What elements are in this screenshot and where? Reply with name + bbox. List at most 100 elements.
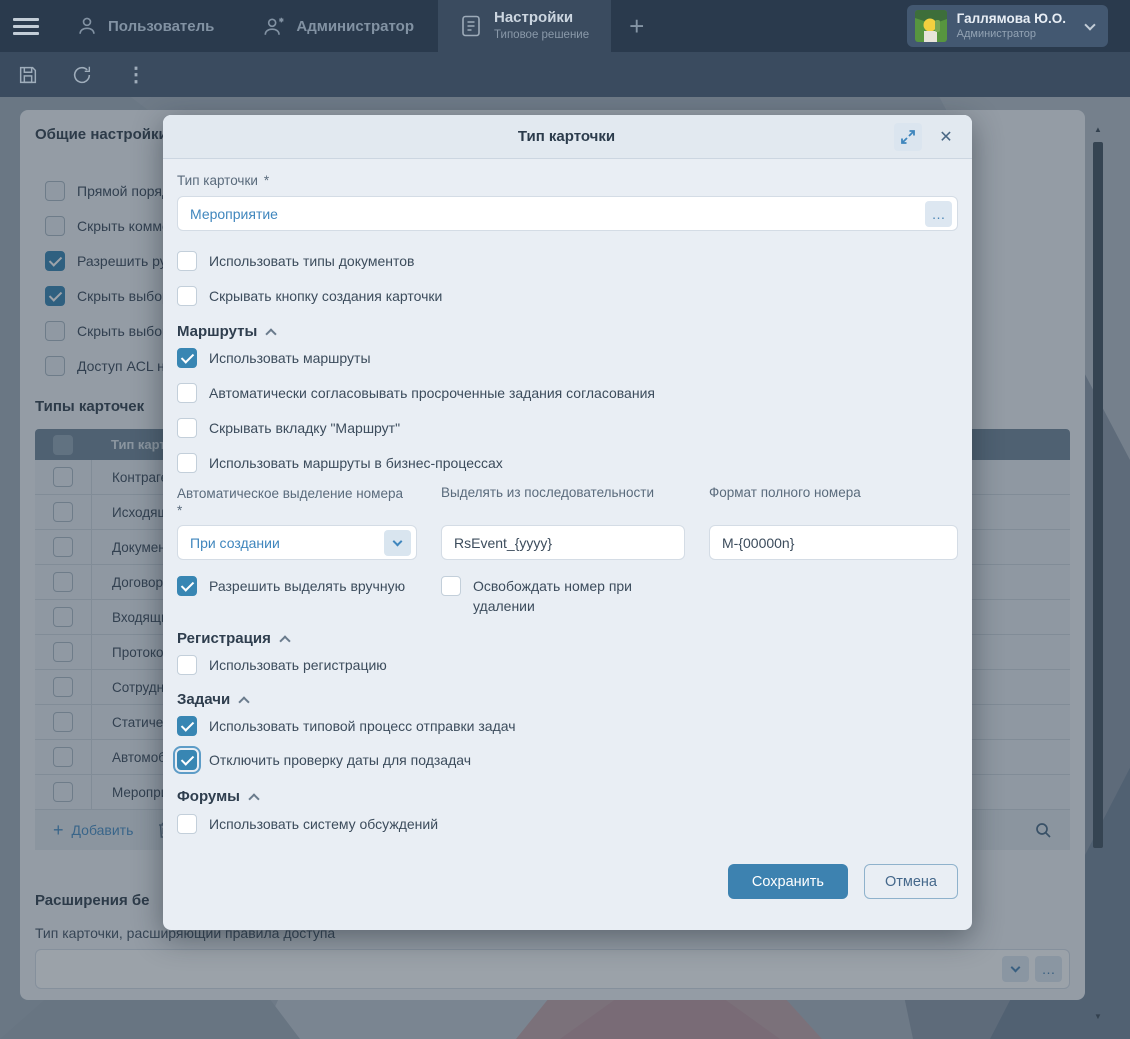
checkbox-label: Разрешить выделять вручную <box>209 576 405 596</box>
user-name: Галлямова Ю.О. <box>957 11 1066 28</box>
chevron-up-icon <box>248 793 259 804</box>
card-toolbar: ⋮ <box>0 52 1130 97</box>
checkbox-row: Использовать типовой процесс отправки за… <box>177 716 958 736</box>
checkbox-label: Использовать систему обсуждений <box>209 814 438 834</box>
number-checkboxes: Разрешить выделять вручную Освобождать н… <box>177 576 958 616</box>
selected-value: При создании <box>190 535 384 551</box>
section-registration[interactable]: Регистрация <box>177 630 958 647</box>
section-title: Маршруты <box>177 323 257 340</box>
checkbox-label: Скрывать вкладку "Маршрут" <box>209 418 400 438</box>
ellipsis-button[interactable]: … <box>925 201 952 227</box>
checkbox[interactable] <box>441 576 461 596</box>
checkbox-row: Использовать регистрацию <box>177 655 958 675</box>
sequence-input[interactable] <box>454 535 679 551</box>
section-routes[interactable]: Маршруты <box>177 323 958 340</box>
chevron-up-icon <box>279 635 290 646</box>
checkbox-label: Скрывать кнопку создания карточки <box>209 286 442 306</box>
chevron-up-icon <box>266 328 277 339</box>
section-title: Задачи <box>177 691 230 708</box>
card-type-dialog: Тип карточки ✕ Тип карточки* … Использов… <box>163 115 972 930</box>
checkbox[interactable] <box>177 251 197 271</box>
checkbox-row: Освобождать номер при удалении <box>441 576 685 616</box>
checkbox-row: Использовать маршруты в бизнес-процессах <box>177 453 958 473</box>
new-tab-button[interactable]: + <box>611 0 662 52</box>
cancel-button[interactable]: Отмена <box>864 864 958 899</box>
checkbox-row: Использовать маршруты <box>177 348 958 368</box>
checkbox[interactable] <box>177 814 197 834</box>
checkbox-label: Использовать типы документов <box>209 251 414 271</box>
floppy-save-icon <box>17 64 39 86</box>
checkbox-row: Скрывать кнопку создания карточки <box>177 286 958 306</box>
tab-subtitle: Типовое решение <box>494 28 589 42</box>
checkbox-row: Отключить проверку даты для подзадач <box>177 750 958 770</box>
checkbox-label: Использовать типовой процесс отправки за… <box>209 716 516 736</box>
menu-hamburger-button[interactable] <box>0 0 52 52</box>
checkbox[interactable] <box>177 453 197 473</box>
refresh-button[interactable] <box>68 61 96 89</box>
chevron-down-icon <box>1084 19 1095 30</box>
refresh-icon <box>71 64 93 86</box>
dialog-buttons: Сохранить Отмена <box>177 864 958 913</box>
user-menu[interactable]: Галлямова Ю.О. Администратор <box>907 5 1108 47</box>
tab-label: Настройки <box>494 9 589 28</box>
tab-settings-active[interactable]: Настройки Типовое решение <box>438 0 611 52</box>
auto-number-label: Автоматическое выделение номера * <box>177 485 417 519</box>
tab-administrator[interactable]: Администратор <box>238 0 438 52</box>
checkbox[interactable] <box>177 716 197 736</box>
checkbox-label: Использовать маршруты в бизнес-процессах <box>209 453 503 473</box>
checkbox-label: Освобождать номер при удалении <box>473 576 673 616</box>
auto-number-select[interactable]: При создании <box>177 525 417 560</box>
dialog-body: Тип карточки* … Использовать типы докуме… <box>163 159 972 930</box>
expand-dialog-button[interactable] <box>894 123 922 151</box>
format-label: Формат полного номера <box>709 485 958 519</box>
number-fields: При создании <box>177 525 958 560</box>
checkbox-row: Использовать типы документов <box>177 251 958 271</box>
avatar <box>915 10 947 42</box>
tab-label: Администратор <box>296 18 414 35</box>
checkbox-label: Отключить проверку даты для подзадач <box>209 750 471 770</box>
chevron-down-icon[interactable] <box>384 530 411 556</box>
section-forums[interactable]: Форумы <box>177 788 958 805</box>
checkbox-row: Скрывать вкладку "Маршрут" <box>177 418 958 438</box>
sequence-label: Выделять из последовательности <box>441 485 685 519</box>
sequence-field[interactable] <box>441 525 685 560</box>
section-title: Форумы <box>177 788 240 805</box>
checkbox[interactable] <box>177 750 197 770</box>
checkbox[interactable] <box>177 576 197 596</box>
section-title: Регистрация <box>177 630 271 647</box>
tab-label: Пользователь <box>108 18 214 35</box>
checkbox[interactable] <box>177 655 197 675</box>
dialog-title: Тип карточки <box>175 128 894 145</box>
chevron-up-icon <box>239 696 250 707</box>
user-role: Администратор <box>957 28 1066 42</box>
person-star-icon <box>262 15 286 37</box>
checkbox-label: Использовать маршруты <box>209 348 371 368</box>
app-window: Общие настройки Прямой поряд Скрыть комм… <box>0 0 1130 1039</box>
format-field[interactable] <box>709 525 958 560</box>
more-actions-button[interactable]: ⋮ <box>122 61 150 89</box>
dialog-header: Тип карточки ✕ <box>163 115 972 159</box>
checkbox[interactable] <box>177 348 197 368</box>
required-mark: * <box>177 503 182 518</box>
card-type-field-label: Тип карточки* <box>177 173 958 188</box>
card-type-field[interactable]: … <box>177 196 958 231</box>
checkbox-row: Разрешить выделять вручную <box>177 576 417 616</box>
number-field-labels: Автоматическое выделение номера * Выделя… <box>177 485 958 519</box>
close-dialog-button[interactable]: ✕ <box>932 123 960 151</box>
close-icon: ✕ <box>939 127 952 147</box>
checkbox[interactable] <box>177 383 197 403</box>
checkbox[interactable] <box>177 286 197 306</box>
person-icon <box>76 15 98 37</box>
save-button[interactable]: Сохранить <box>728 864 848 899</box>
document-icon <box>460 14 482 38</box>
format-input[interactable] <box>722 535 952 551</box>
section-tasks[interactable]: Задачи <box>177 691 958 708</box>
checkbox-row: Автоматически согласовывать просроченные… <box>177 383 958 403</box>
tab-user[interactable]: Пользователь <box>52 0 238 52</box>
checkbox[interactable] <box>177 418 197 438</box>
top-bar: Пользователь Администратор Настройки Тип… <box>0 0 1130 52</box>
hamburger-icon <box>13 14 39 39</box>
required-mark: * <box>264 173 269 188</box>
card-type-input[interactable] <box>190 206 917 222</box>
save-button[interactable] <box>14 61 42 89</box>
